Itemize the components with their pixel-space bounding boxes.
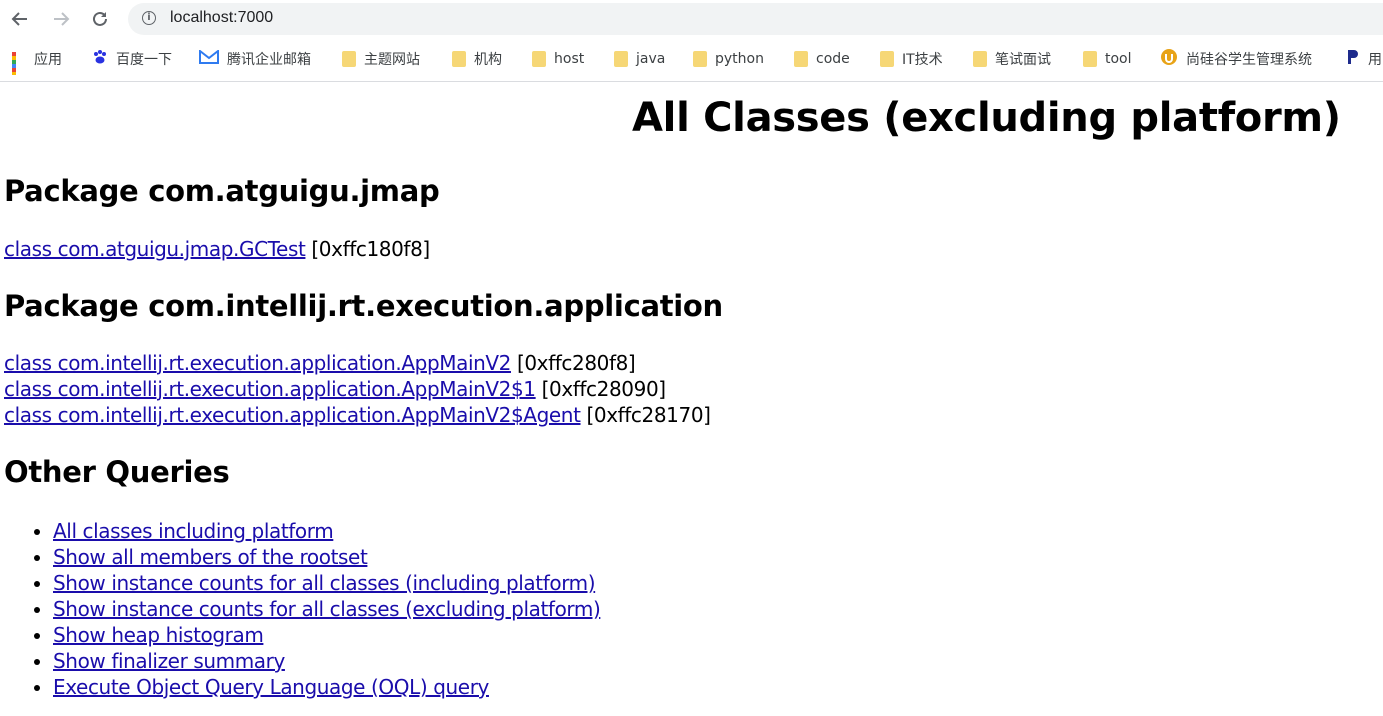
folder-icon bbox=[693, 51, 707, 67]
back-arrow-icon[interactable] bbox=[7, 6, 33, 32]
bookmark-apps[interactable]: 应用 bbox=[12, 49, 62, 75]
apps-grid-icon bbox=[12, 52, 26, 75]
class-entry: class com.atguigu.jmap.GCTest [0xffc180f… bbox=[4, 237, 430, 261]
bookmark-folder[interactable]: 机构 bbox=[452, 49, 502, 69]
class-entry: class com.intellij.rt.execution.applicat… bbox=[4, 403, 711, 427]
folder-icon bbox=[973, 51, 987, 67]
bookmark-baidu[interactable]: 百度一下 bbox=[92, 49, 172, 69]
bookmark-label: 主题网站 bbox=[364, 52, 420, 68]
bookmark-label: java bbox=[636, 51, 666, 67]
bookmark-p[interactable]: 用 bbox=[1346, 49, 1382, 69]
bookmark-label: 笔试面试 bbox=[995, 52, 1051, 68]
bookmarks-bar: 应用 百度一下 腾讯企业邮箱 主题网站 机构 host java python … bbox=[0, 43, 1383, 75]
bookmark-tencent-mail[interactable]: 腾讯企业邮箱 bbox=[199, 48, 311, 69]
list-item: All classes including platform bbox=[53, 518, 600, 544]
list-item: Show finalizer summary bbox=[53, 648, 600, 674]
folder-icon bbox=[880, 51, 894, 67]
class-entry: class com.intellij.rt.execution.applicat… bbox=[4, 377, 666, 401]
folder-icon bbox=[452, 51, 466, 67]
bookmark-label: IT技术 bbox=[902, 52, 943, 68]
folder-icon bbox=[614, 51, 628, 67]
list-item: Show heap histogram bbox=[53, 622, 600, 648]
other-queries-list: All classes including platform Show all … bbox=[0, 518, 601, 700]
page-content: All Classes (excluding platform) Package… bbox=[0, 82, 1383, 716]
package-heading: Package com.atguigu.jmap bbox=[4, 174, 440, 208]
bookmark-label: 用 bbox=[1368, 52, 1382, 68]
class-link[interactable]: class com.atguigu.jmap.GCTest bbox=[4, 237, 306, 261]
class-entry: class com.intellij.rt.execution.applicat… bbox=[4, 351, 636, 375]
query-link[interactable]: All classes including platform bbox=[53, 519, 334, 543]
class-address: [0xffc28090] bbox=[541, 377, 666, 401]
bookmark-folder[interactable]: IT技术 bbox=[880, 49, 943, 69]
bookmark-label: tool bbox=[1105, 51, 1132, 67]
bookmark-folder[interactable]: java bbox=[614, 49, 665, 69]
other-queries-heading: Other Queries bbox=[4, 455, 230, 489]
bookmark-folder[interactable]: python bbox=[693, 49, 764, 69]
query-link[interactable]: Show instance counts for all classes (ex… bbox=[53, 597, 601, 621]
forward-arrow-icon[interactable] bbox=[48, 6, 74, 32]
site-power-icon bbox=[1160, 48, 1178, 70]
folder-icon bbox=[1083, 51, 1097, 67]
baidu-paw-icon bbox=[92, 49, 108, 69]
bookmark-student-system[interactable]: 尚硅谷学生管理系统 bbox=[1160, 49, 1312, 69]
list-item: Show instance counts for all classes (ex… bbox=[53, 596, 601, 622]
bookmark-label: host bbox=[554, 51, 585, 67]
query-link[interactable]: Show instance counts for all classes (in… bbox=[53, 571, 596, 595]
bookmark-folder[interactable]: tool bbox=[1083, 49, 1132, 69]
p-logo-icon bbox=[1346, 49, 1360, 69]
query-link[interactable]: Show finalizer summary bbox=[53, 649, 285, 673]
address-bar[interactable]: i localhost:7000 bbox=[128, 3, 1383, 35]
bookmark-label: 腾讯企业邮箱 bbox=[227, 52, 311, 68]
class-address: [0xffc180f8] bbox=[311, 237, 430, 261]
bookmark-label: 机构 bbox=[474, 52, 502, 68]
bookmark-folder[interactable]: host bbox=[532, 49, 584, 69]
list-item: Execute Object Query Language (OQL) quer… bbox=[53, 674, 600, 700]
bookmark-label: python bbox=[715, 51, 764, 67]
bookmark-folder[interactable]: 笔试面试 bbox=[973, 49, 1051, 69]
page-title: All Classes (excluding platform) bbox=[632, 95, 1341, 141]
bookmark-folder[interactable]: 主题网站 bbox=[342, 49, 420, 69]
browser-toolbar: i localhost:7000 bbox=[0, 0, 1383, 38]
list-item: Show instance counts for all classes (in… bbox=[53, 570, 600, 596]
query-link[interactable]: Execute Object Query Language (OQL) quer… bbox=[53, 675, 489, 699]
class-link[interactable]: class com.intellij.rt.execution.applicat… bbox=[4, 351, 511, 375]
class-address: [0xffc28170] bbox=[586, 403, 711, 427]
url-text[interactable]: localhost:7000 bbox=[170, 9, 273, 27]
folder-icon bbox=[342, 51, 356, 67]
class-address: [0xffc280f8] bbox=[516, 351, 636, 375]
query-link[interactable]: Show all members of the rootset bbox=[53, 545, 368, 569]
class-link[interactable]: class com.intellij.rt.execution.applicat… bbox=[4, 377, 536, 401]
bookmark-folder[interactable]: code bbox=[794, 49, 850, 69]
class-link[interactable]: class com.intellij.rt.execution.applicat… bbox=[4, 403, 581, 427]
package-heading: Package com.intellij.rt.execution.applic… bbox=[4, 289, 723, 323]
bookmark-label: code bbox=[816, 51, 850, 67]
reload-icon[interactable] bbox=[87, 6, 113, 32]
list-item: Show all members of the rootset bbox=[53, 544, 600, 570]
bookmark-label: 百度一下 bbox=[116, 52, 172, 68]
bookmark-label: 应用 bbox=[34, 52, 62, 68]
folder-icon bbox=[794, 51, 808, 67]
bookmark-label: 尚硅谷学生管理系统 bbox=[1186, 52, 1312, 68]
tencent-mail-icon bbox=[199, 48, 219, 68]
info-icon[interactable]: i bbox=[142, 11, 156, 25]
folder-icon bbox=[532, 51, 546, 67]
query-link[interactable]: Show heap histogram bbox=[53, 623, 264, 647]
